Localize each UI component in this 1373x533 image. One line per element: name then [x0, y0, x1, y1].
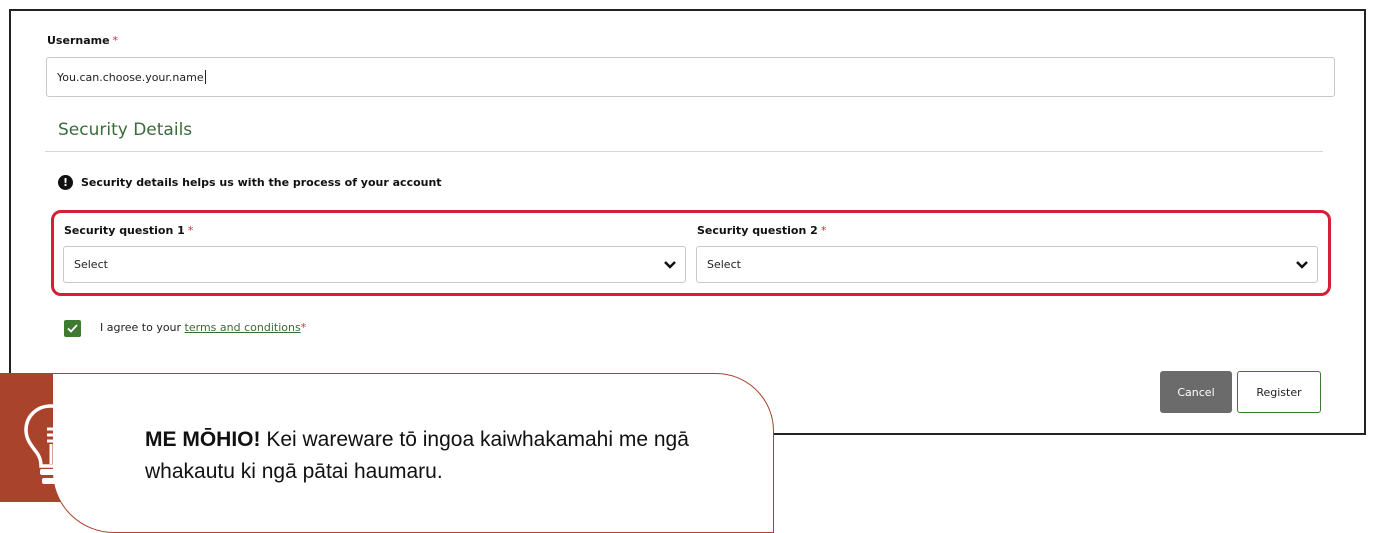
- terms-link[interactable]: terms and conditions: [185, 321, 301, 334]
- terms-label: I agree to your terms and conditions*: [100, 321, 307, 334]
- username-input[interactable]: You.can.choose.your.name: [46, 57, 1335, 97]
- security-question-2-select[interactable]: Select: [696, 246, 1318, 283]
- chevron-down-icon: [664, 260, 676, 269]
- register-button[interactable]: Register: [1237, 371, 1321, 413]
- divider: [45, 151, 1323, 152]
- security-question-1-select[interactable]: Select: [63, 246, 686, 283]
- text-cursor: [204, 70, 206, 84]
- tip-text: ME MŌHIO! Kei wareware tō ingoa kaiwhaka…: [145, 428, 689, 483]
- security-question-1-label: Security question 1 *: [64, 224, 194, 237]
- username-label: Username *: [47, 34, 119, 47]
- lightbulb-icon: [24, 404, 78, 484]
- checkmark-icon: [67, 324, 78, 333]
- section-title: Security Details: [58, 120, 193, 140]
- security-notice: ! Security details helps us with the pro…: [58, 175, 442, 190]
- security-question-2-label: Security question 2 *: [697, 224, 827, 237]
- chevron-down-icon: [1296, 260, 1308, 269]
- cancel-button[interactable]: Cancel: [1160, 371, 1232, 413]
- terms-checkbox[interactable]: [64, 320, 81, 337]
- exclamation-icon: !: [58, 175, 73, 190]
